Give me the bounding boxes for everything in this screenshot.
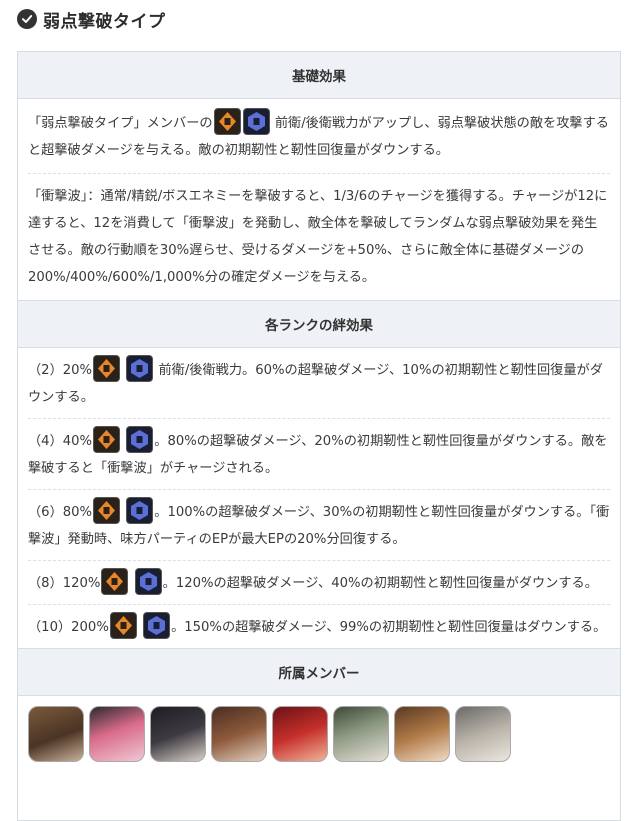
rank-row-8: （8）120% 。120%の超撃破ダメージ、40%の初期靭性と靭性回復量がダウン… — [28, 560, 610, 604]
rank-text: 。120%の超撃破ダメージ、40%の初期靭性と靭性回復量がダウンする。 — [162, 576, 598, 591]
check-circle-icon — [17, 9, 37, 29]
rank-effect-header: 各ランクの絆効果 — [18, 300, 620, 348]
rank-prefix: （8）120% — [28, 576, 101, 591]
member-avatar-2[interactable] — [89, 706, 145, 762]
front-position-icon — [93, 355, 121, 382]
basic-effect-header: 基礎効果 — [18, 52, 620, 99]
front-position-icon — [101, 568, 129, 595]
section-header: 弱点撃破タイプ — [17, 8, 166, 32]
member-avatar-6[interactable] — [333, 706, 389, 762]
member-avatar-7[interactable] — [394, 706, 450, 762]
front-position-icon — [93, 497, 121, 524]
rank-row-4: （4）40% 。80%の超撃破ダメージ、20%の初期靭性と靭性回復量がダウンする… — [28, 418, 610, 489]
rank-prefix: （10）200% — [28, 620, 109, 635]
member-avatar-5[interactable] — [272, 706, 328, 762]
rank-row-10: （10）200% 。150%の超撃破ダメージ、99%の初期靭性と靭性回復量はダウ… — [28, 604, 610, 648]
rank-prefix: （6）80% — [28, 505, 93, 520]
back-position-icon — [143, 612, 171, 639]
member-avatar-1[interactable] — [28, 706, 84, 762]
rank-effect-cell: （2）20% 前衛/後衛戦力。60%の超撃破ダメージ、10%の初期靭性と靭性回復… — [18, 348, 620, 648]
front-position-icon — [109, 612, 137, 639]
back-position-icon — [126, 497, 154, 524]
member-avatar-3[interactable] — [150, 706, 206, 762]
rank-prefix: （2）20% — [28, 363, 93, 378]
rank-row-2: （2）20% 前衛/後衛戦力。60%の超撃破ダメージ、10%の初期靭性と靭性回復… — [28, 348, 610, 418]
back-position-icon — [126, 426, 154, 453]
rank-prefix: （4）40% — [28, 434, 93, 449]
shockwave-paragraph: 「衝撃波」：通常/精鋭/ボスエネミーを撃破すると、1/3/6のチャージを獲得する… — [28, 173, 610, 300]
member-avatar-8[interactable] — [455, 706, 511, 762]
member-list — [18, 696, 620, 762]
front-position-icon — [93, 426, 121, 453]
basic-effect-cell: 「弱点撃破タイプ」メンバーの 前衛/後衛戦力がアップし、弱点撃破状態の敵を攻撃す… — [18, 99, 620, 300]
rank-text: 。150%の超撃破ダメージ、99%の初期靭性と靭性回復量はダウンする。 — [171, 620, 607, 635]
members-header: 所属メンバー — [18, 648, 620, 696]
basic-effect-text-a: 「弱点撃破タイプ」メンバーの — [28, 116, 213, 131]
back-position-icon — [242, 108, 270, 135]
rank-row-6: （6）80% 。100%の超撃破ダメージ、30%の初期靭性と靭性回復量がダウンす… — [28, 489, 610, 560]
effect-table: 基礎効果 「弱点撃破タイプ」メンバーの 前衛/後衛戦力がアップし、弱点撃破状態の… — [17, 51, 621, 821]
basic-effect-paragraph: 「弱点撃破タイプ」メンバーの 前衛/後衛戦力がアップし、弱点撃破状態の敵を攻撃す… — [28, 99, 610, 173]
back-position-icon — [126, 355, 154, 382]
back-position-icon — [134, 568, 162, 595]
front-position-icon — [213, 108, 241, 135]
page: 弱点撃破タイプ 基礎効果 「弱点撃破タイプ」メンバーの 前衛/後衛戦力がアップし… — [0, 0, 626, 821]
member-avatar-4[interactable] — [211, 706, 267, 762]
section-title: 弱点撃破タイプ — [43, 11, 166, 32]
